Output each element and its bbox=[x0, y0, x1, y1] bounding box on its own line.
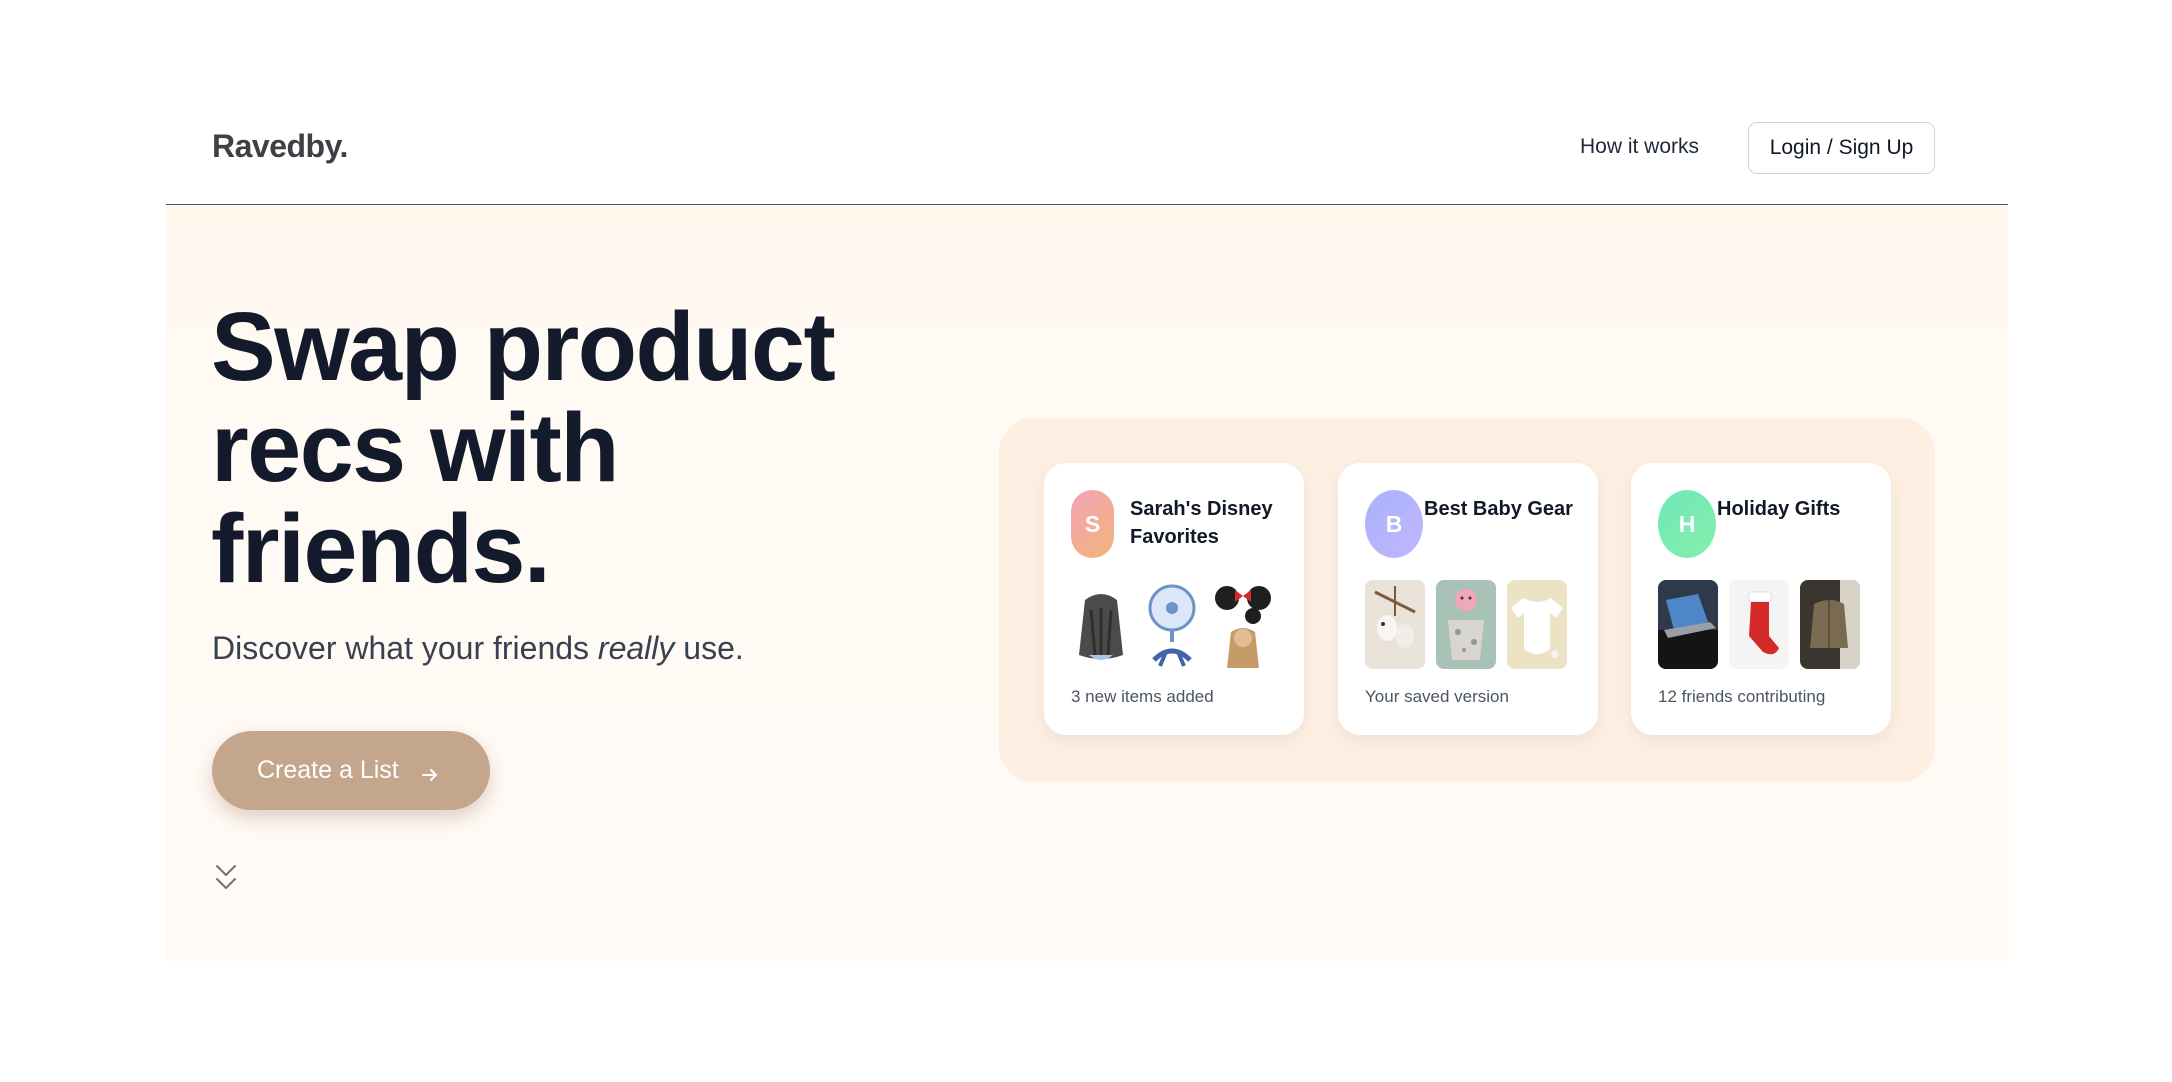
product-thumbnail-stocking bbox=[1729, 580, 1789, 669]
brand-logo[interactable]: Ravedby. bbox=[212, 128, 348, 165]
product-thumbnails bbox=[1365, 580, 1567, 669]
hero-section: Swap product recs with friends. Discover… bbox=[166, 206, 2008, 961]
example-lists-panel: S Sarah's Disney Favorites 3 new items a… bbox=[999, 418, 1935, 782]
product-thumbnail-fan bbox=[1142, 580, 1202, 669]
product-thumbnails bbox=[1658, 580, 1860, 669]
subtitle-text-end: use. bbox=[674, 630, 744, 666]
hero-headline: Swap product recs with friends. bbox=[211, 296, 971, 599]
product-thumbnails bbox=[1071, 580, 1273, 669]
headline-line-3: friends. bbox=[211, 494, 551, 603]
headline-line-1: Swap product bbox=[211, 292, 836, 401]
product-thumbnail-mobile bbox=[1365, 580, 1425, 669]
login-signup-button[interactable]: Login / Sign Up bbox=[1748, 122, 1935, 174]
product-thumbnail-onesie-pattern bbox=[1436, 580, 1496, 669]
list-card-caption: Your saved version bbox=[1365, 687, 1509, 706]
page-frame: Ravedby. How it works Login / Sign Up Sw… bbox=[166, 0, 2008, 961]
list-card-title: Sarah's Disney Favorites bbox=[1130, 498, 1273, 548]
product-thumbnail-scarf bbox=[1071, 580, 1131, 669]
list-card-sarahs-disney[interactable]: S Sarah's Disney Favorites 3 new items a… bbox=[1044, 463, 1304, 735]
avatar: H bbox=[1658, 490, 1716, 558]
product-thumbnail-bodysuit bbox=[1507, 580, 1567, 669]
list-card-holiday-gifts[interactable]: H Holiday Gifts 12 friends contributing bbox=[1631, 463, 1891, 735]
subtitle-emphasis: really bbox=[597, 630, 675, 666]
list-card-caption: 3 new items added bbox=[1071, 687, 1214, 706]
headline-line-2: recs with bbox=[211, 393, 620, 502]
how-it-works-link[interactable]: How it works bbox=[1580, 135, 1699, 159]
hero-subtitle: Discover what your friends really use. bbox=[212, 630, 744, 667]
subtitle-text-start: Discover what your friends bbox=[212, 630, 598, 666]
list-card-title: Best Baby Gear bbox=[1424, 498, 1573, 520]
product-thumbnail-jacket bbox=[1800, 580, 1860, 669]
arrow-right-icon bbox=[421, 762, 439, 781]
list-card-caption: 12 friends contributing bbox=[1658, 687, 1826, 706]
create-list-button[interactable]: Create a List bbox=[212, 731, 490, 810]
site-header: Ravedby. How it works Login / Sign Up bbox=[166, 0, 2008, 205]
create-list-label: Create a List bbox=[257, 756, 399, 784]
product-thumbnail-laptop bbox=[1658, 580, 1718, 669]
double-chevron-down-icon[interactable] bbox=[214, 862, 238, 896]
list-card-best-baby-gear[interactable]: B Best Baby Gear Your saved version bbox=[1338, 463, 1598, 735]
avatar: S bbox=[1071, 490, 1114, 558]
product-thumbnail-ears bbox=[1213, 580, 1273, 669]
list-card-title: Holiday Gifts bbox=[1717, 498, 1841, 520]
avatar: B bbox=[1365, 490, 1423, 558]
